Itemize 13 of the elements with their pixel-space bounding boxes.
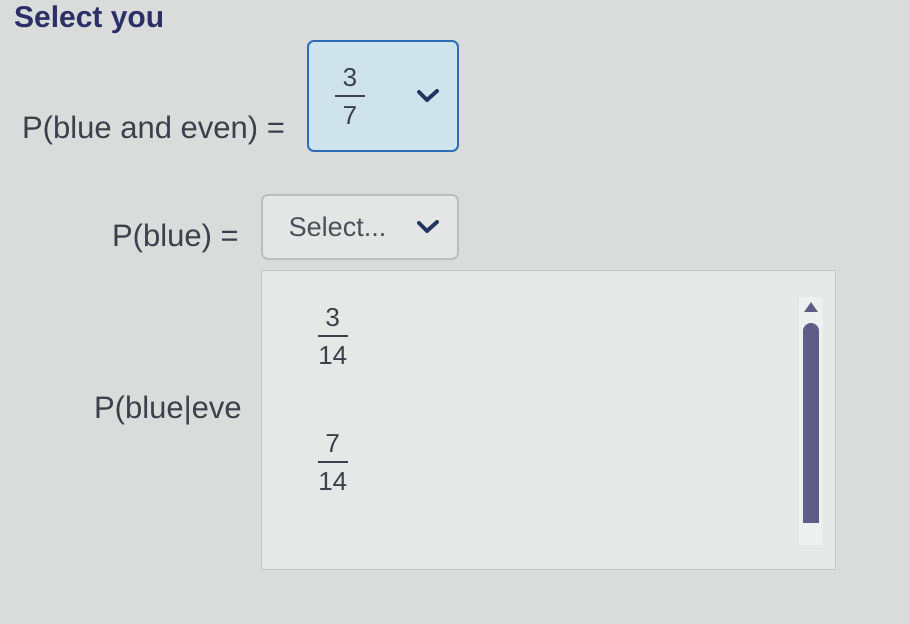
dropdown-select[interactable]: 3 7: [306, 40, 459, 152]
probability-label: P(blue) =: [112, 217, 239, 255]
dropdown-option[interactable]: 7 14: [310, 423, 356, 501]
scroll-up-icon[interactable]: [802, 301, 819, 313]
chevron-down-icon: [416, 220, 439, 234]
chevron-down-icon: [416, 89, 439, 103]
dropdown-option[interactable]: 3 14: [310, 297, 356, 375]
scrollbar-track[interactable]: [798, 297, 823, 545]
dropdown-select[interactable]: Select...: [260, 194, 459, 260]
scrollbar-thumb[interactable]: [802, 323, 819, 523]
page-heading: Select you: [14, 0, 164, 36]
probability-label: P(blue and even) =: [22, 109, 285, 147]
probability-label: P(blue|eve: [94, 389, 242, 427]
